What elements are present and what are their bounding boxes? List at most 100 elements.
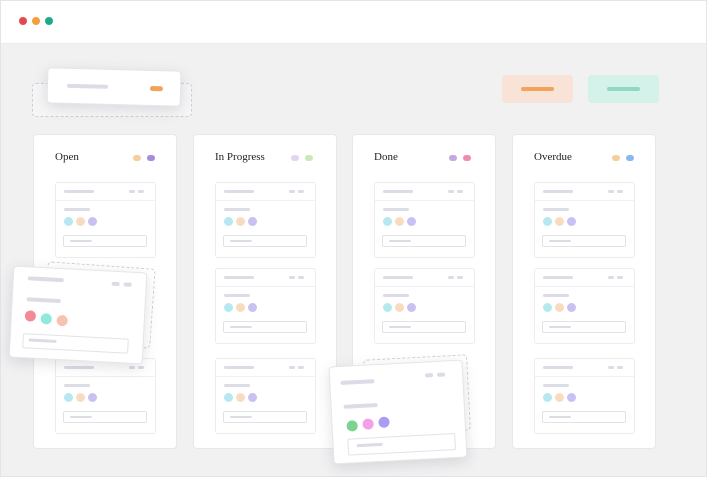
avatar [543, 303, 552, 312]
column-title: Done [374, 151, 398, 163]
avatar [224, 217, 233, 226]
card-meta-line [289, 366, 295, 369]
card-meta-line [298, 366, 304, 369]
card-meta-line [608, 276, 614, 279]
task-card[interactable] [215, 182, 316, 258]
card-meta-line [289, 276, 295, 279]
task-card[interactable] [534, 268, 635, 344]
avatar [64, 217, 73, 226]
primary-action-button[interactable] [502, 75, 573, 103]
card-subtitle-line [64, 384, 90, 387]
card-meta-line [457, 276, 463, 279]
card-meta-line [298, 190, 304, 193]
card-meta-line [617, 190, 623, 193]
card-subtitle-line [383, 208, 409, 211]
card-title-line [224, 276, 254, 279]
dragged-task-card[interactable] [328, 359, 468, 465]
avatar [76, 217, 85, 226]
title-bar [1, 1, 706, 44]
card-input[interactable] [63, 411, 147, 423]
avatar [567, 393, 576, 402]
card-subtitle-line [64, 208, 90, 211]
card-input[interactable] [63, 235, 147, 247]
task-card[interactable] [534, 182, 635, 258]
card-subtitle-line [383, 294, 409, 297]
avatar [346, 420, 358, 432]
card-meta-line [298, 276, 304, 279]
avatar [88, 217, 97, 226]
secondary-action-button[interactable] [588, 75, 659, 103]
card-meta-line [608, 366, 614, 369]
dragged-filter-chip[interactable] [46, 67, 182, 107]
column-title: Overdue [534, 151, 572, 163]
card-meta-line [617, 366, 623, 369]
card-meta-line [608, 190, 614, 193]
card-input[interactable] [22, 333, 129, 354]
app-window: Open In Progress Done Overdue [0, 0, 707, 477]
card-subtitle-line [224, 208, 250, 211]
card-input-placeholder [230, 416, 252, 418]
column-title: In Progress [215, 151, 265, 163]
card-meta-line [448, 190, 454, 193]
card-input-placeholder [70, 416, 92, 418]
avatar [56, 314, 68, 327]
card-input-placeholder [70, 240, 92, 242]
card-title-line [383, 276, 413, 279]
primary-action-label [521, 87, 554, 91]
card-title-line [543, 190, 573, 193]
close-window-button[interactable] [19, 17, 27, 25]
card-subtitle-line [343, 403, 378, 409]
card-input[interactable] [223, 235, 307, 247]
task-card[interactable] [215, 358, 316, 434]
avatar [567, 303, 576, 312]
card-input[interactable] [542, 321, 626, 333]
column-tag [612, 155, 620, 161]
card-meta-line [111, 281, 120, 287]
card-input[interactable] [223, 411, 307, 423]
card-input[interactable] [223, 321, 307, 333]
card-input[interactable] [347, 433, 457, 456]
task-card[interactable] [374, 182, 475, 258]
avatar [395, 303, 404, 312]
card-title-line [543, 366, 573, 369]
dragged-task-card[interactable] [8, 265, 148, 365]
filter-chip-label [66, 83, 109, 89]
avatar [224, 303, 233, 312]
avatar [378, 416, 390, 429]
avatar [236, 393, 245, 402]
avatar [567, 217, 576, 226]
card-input[interactable] [542, 235, 626, 247]
card-meta-line [123, 282, 132, 287]
avatar [555, 393, 564, 402]
card-title-line [543, 276, 573, 279]
card-input[interactable] [382, 321, 466, 333]
card-subtitle-line [543, 208, 569, 211]
card-meta-line [129, 366, 135, 369]
card-meta-line [138, 190, 144, 193]
card-subtitle-line [543, 384, 569, 387]
card-subtitle-line [224, 294, 250, 297]
avatar [407, 303, 416, 312]
card-input[interactable] [542, 411, 626, 423]
column-tag [626, 155, 634, 161]
maximize-window-button[interactable] [45, 17, 53, 25]
card-meta-line [437, 372, 446, 377]
task-card[interactable] [55, 358, 156, 434]
card-meta-line [617, 276, 623, 279]
avatar [88, 393, 97, 402]
card-input-placeholder [549, 416, 571, 418]
task-card[interactable] [215, 268, 316, 344]
card-title-line [224, 190, 254, 193]
task-card[interactable] [55, 182, 156, 258]
avatar [407, 217, 416, 226]
minimize-window-button[interactable] [32, 17, 40, 25]
card-input-placeholder [230, 326, 252, 328]
avatar [543, 217, 552, 226]
column-tag [463, 155, 471, 161]
task-card[interactable] [534, 358, 635, 434]
avatar [248, 393, 257, 402]
card-input[interactable] [382, 235, 466, 247]
task-card[interactable] [374, 268, 475, 344]
card-title-line [27, 276, 64, 283]
card-input-placeholder [28, 338, 57, 343]
